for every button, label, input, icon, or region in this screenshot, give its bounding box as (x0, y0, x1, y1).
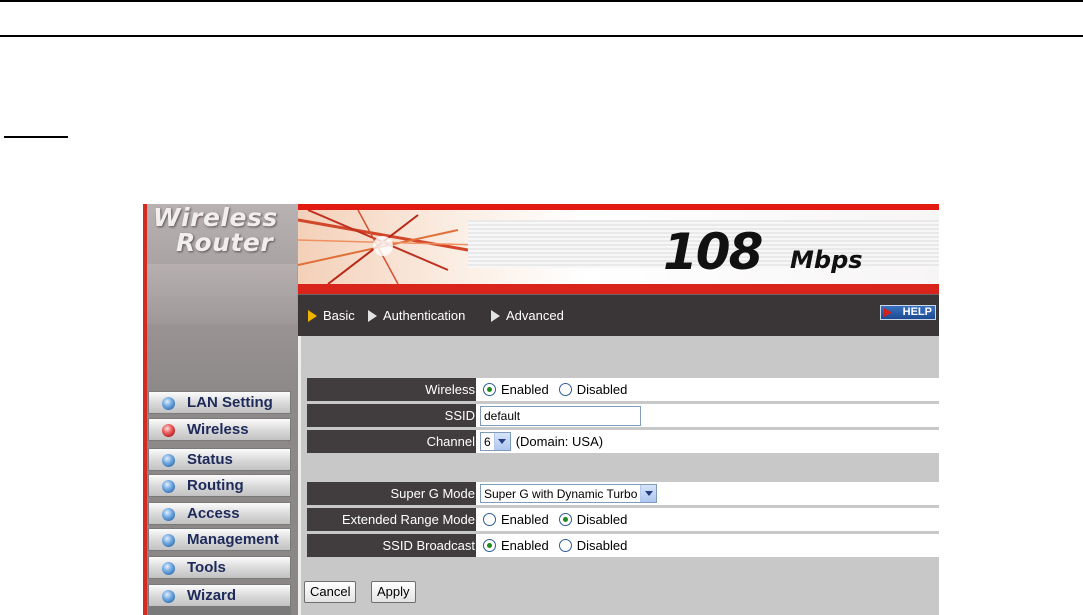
radio-label: Enabled (501, 538, 549, 553)
header-banner: 108 Mbps (298, 210, 939, 294)
document-underline (4, 136, 68, 138)
wireless-label: Wireless (307, 378, 476, 401)
tab-basic[interactable]: Basic (308, 308, 355, 323)
active-bullet-icon (162, 424, 175, 437)
channel-value-cell: 6 (Domain: USA) (479, 430, 939, 453)
extended-range-options: Enabled Disabled (479, 508, 939, 531)
ssid-broadcast-enabled-radio[interactable] (483, 539, 496, 552)
super-g-value-cell: Super G with Dynamic Turbo (479, 482, 939, 505)
ssid-value-cell: default (479, 404, 939, 427)
extended-range-row: Extended Range Mode Enabled Disabled (307, 508, 939, 531)
ssid-broadcast-options: Enabled Disabled (479, 534, 939, 557)
radio-label: Enabled (501, 512, 549, 527)
wireless-row: Wireless Enabled Disabled (307, 378, 939, 401)
document-rule-top (0, 0, 1083, 2)
apply-button[interactable]: Apply (371, 581, 416, 603)
sidebar-item-label: Management (187, 531, 279, 548)
router-admin-window: Wireless Router LAN Setting Wireless Sta… (143, 204, 939, 615)
sidebar-item-tools[interactable]: Tools (148, 556, 291, 579)
top-nav-bar: Basic Authentication Advanced HELP (298, 294, 939, 337)
tab-authentication[interactable]: Authentication (368, 308, 465, 323)
bullet-icon (162, 534, 175, 547)
bullet-icon (162, 397, 175, 410)
ssid-row: SSID default (307, 404, 939, 427)
tab-label: Authentication (383, 308, 466, 323)
wireless-disabled-radio[interactable] (558, 383, 572, 396)
super-g-select[interactable]: Super G with Dynamic Turbo (480, 484, 658, 503)
extended-range-disabled-radio[interactable] (558, 513, 572, 526)
sidebar-item-wizard[interactable]: Wizard (148, 584, 291, 607)
super-g-row: Super G Mode Super G with Dynamic Turbo (307, 482, 939, 505)
sidebar-item-management[interactable]: Management (148, 528, 291, 551)
help-button[interactable]: HELP (880, 305, 936, 320)
sidebar-item-lan-setting[interactable]: LAN Setting (148, 391, 291, 414)
play-arrow-icon (308, 309, 317, 322)
settings-panel: Wireless Enabled Disabled SSID default C… (298, 336, 939, 615)
tab-advanced[interactable]: Advanced (491, 308, 564, 323)
sidebar-item-label: Routing (187, 477, 244, 494)
sidebar-item-access[interactable]: Access (148, 502, 291, 525)
channel-select[interactable]: 6 (480, 432, 511, 451)
bullet-icon (162, 590, 175, 603)
help-arrow-icon (884, 308, 892, 317)
tab-label: Advanced (506, 308, 564, 323)
speed-unit: Mbps (790, 246, 863, 274)
channel-label: Channel (307, 430, 476, 453)
ssid-broadcast-disabled-radio[interactable] (558, 539, 572, 552)
speed-number: 108 (663, 223, 763, 281)
logo-router-text: Router (176, 228, 274, 257)
channel-domain-note: (Domain: USA) (515, 434, 604, 449)
banner-red-band (298, 284, 939, 294)
play-arrow-icon (368, 309, 377, 322)
ssid-broadcast-label: SSID Broadcast (307, 534, 476, 557)
extended-range-enabled-radio[interactable] (483, 513, 496, 526)
radio-label: Disabled (576, 538, 628, 553)
wireless-options: Enabled Disabled (479, 378, 939, 401)
super-g-label: Super G Mode (307, 482, 476, 505)
bullet-icon (162, 508, 175, 521)
ssid-label: SSID (307, 404, 476, 427)
bullet-icon (162, 562, 175, 575)
light-streaks-graphic (298, 210, 478, 284)
ssid-broadcast-row: SSID Broadcast Enabled Disabled (307, 534, 939, 557)
sidebar-item-label: Tools (187, 559, 226, 576)
bullet-icon (162, 480, 175, 493)
sidebar: Wireless Router LAN Setting Wireless Sta… (143, 204, 298, 615)
radio-label: Disabled (576, 382, 628, 397)
bullet-icon (162, 454, 175, 467)
radio-label: Disabled (576, 512, 628, 527)
cancel-button[interactable]: Cancel (304, 581, 357, 603)
sidebar-item-label: LAN Setting (187, 394, 273, 411)
sidebar-item-label: Wireless (187, 421, 249, 438)
radio-label: Enabled (501, 382, 549, 397)
sidebar-item-label: Wizard (187, 587, 237, 604)
sidebar-item-status[interactable]: Status (148, 448, 291, 471)
sidebar-item-label: Status (187, 451, 233, 468)
super-g-selected: Super G with Dynamic Turbo (484, 486, 638, 501)
logo-shade (147, 264, 297, 324)
sidebar-bottom-bar (148, 607, 291, 615)
wireless-enabled-radio[interactable] (483, 383, 496, 396)
channel-selected: 6 (484, 434, 491, 449)
sidebar-item-wireless[interactable]: Wireless (148, 418, 291, 441)
sidebar-item-routing[interactable]: Routing (148, 474, 291, 497)
document-rule-second (0, 35, 1083, 37)
help-label: HELP (902, 306, 932, 318)
chevron-down-icon[interactable] (493, 433, 510, 450)
extended-range-label: Extended Range Mode (307, 508, 476, 531)
chevron-down-icon[interactable] (640, 485, 657, 502)
ssid-input[interactable]: default (480, 405, 641, 426)
channel-row: Channel 6 (Domain: USA) (307, 430, 939, 453)
tab-label: Basic (323, 308, 355, 323)
sidebar-item-label: Access (187, 505, 240, 522)
play-arrow-icon (491, 309, 500, 322)
